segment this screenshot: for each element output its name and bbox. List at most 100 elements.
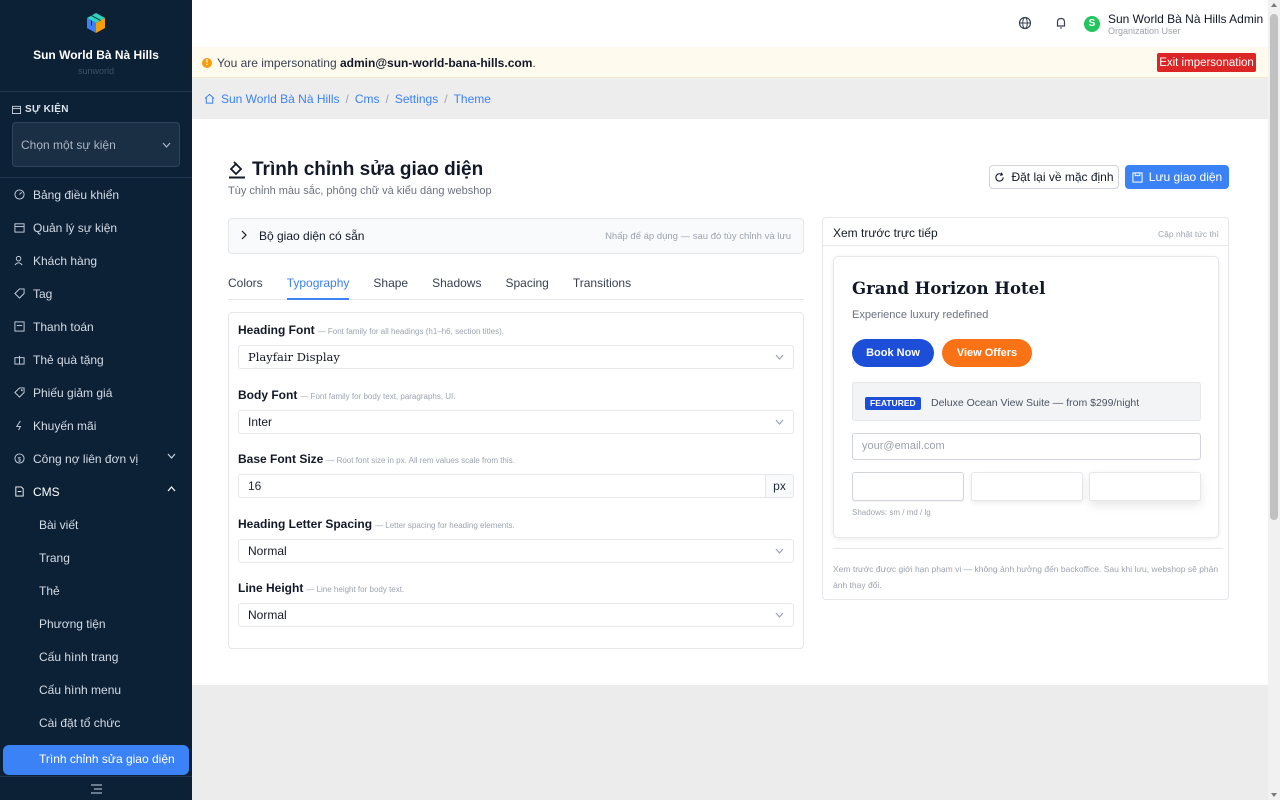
save-theme-button[interactable]: Lưu giao diện [1125, 165, 1229, 189]
user-name[interactable]: Sun World Bà Nà Hills Admin [1108, 12, 1263, 26]
promo-icon [14, 420, 25, 431]
chevron-down-icon [775, 548, 784, 554]
letter-spacing-label: Heading Letter Spacing [238, 517, 373, 531]
debt-icon: $ [14, 453, 25, 464]
topbar: S Sun World Bà Nà Hills Admin Organizati… [192, 0, 1268, 47]
refresh-icon [995, 172, 1005, 182]
impersonation-text: You are impersonating admin@sun-world-ba… [217, 56, 536, 70]
sidebar-subitem-pages[interactable]: Trang [0, 541, 192, 574]
tab-shadows[interactable]: Shadows [432, 271, 481, 300]
sidebar-item-events[interactable]: Quản lý sự kiện [0, 211, 192, 244]
page-scrollbar[interactable] [1268, 0, 1280, 800]
brand-name: Sun World Bà Nà Hills [33, 48, 159, 62]
users-icon [14, 255, 25, 266]
exit-impersonation-button[interactable]: Exit impersonation [1157, 53, 1256, 72]
preview-email-input[interactable]: your@email.com [852, 433, 1201, 460]
line-height-field: Line Height — Line height for body text. … [238, 581, 794, 627]
event-section-label: SỰ KIỆN [12, 104, 69, 115]
preview-shadow-lg [1089, 472, 1201, 501]
sidebar-item-coupons[interactable]: Phiếu giảm giá [0, 376, 192, 409]
letter-spacing-select[interactable]: Normal [238, 539, 794, 563]
field-label: Heading Font — Font family for all headin… [238, 323, 794, 337]
bell-icon[interactable] [1054, 16, 1068, 30]
globe-icon[interactable] [1018, 16, 1032, 30]
breadcrumb-cms[interactable]: Cms [355, 92, 380, 106]
breadcrumb-org[interactable]: Sun World Bà Nà Hills [221, 92, 340, 106]
heading-font-value: Playfair Display [248, 350, 340, 364]
letter-spacing-value: Normal [248, 544, 287, 558]
preview-book-now-button[interactable]: Book Now [852, 339, 934, 367]
impersonated-email: admin@sun-world-bana-hills.com [339, 56, 533, 70]
featured-text: Deluxe Ocean View Suite — from $299/nigh… [931, 397, 1140, 409]
home-icon[interactable] [204, 93, 215, 104]
preset-themes-accordion[interactable]: Bộ giao diện có sẵn Nhấp để áp dụng — sa… [228, 218, 804, 254]
sidebar-item-payment[interactable]: Thanh toán [0, 310, 192, 343]
body-font-field: Body Font — Font family for body text, pa… [238, 388, 794, 434]
sidebar-item-label: Khuyến mãi [33, 418, 97, 433]
base-font-size-input[interactable]: 16 [238, 474, 766, 498]
scroll-up-arrow-icon[interactable] [1271, 3, 1277, 7]
avatar[interactable]: S [1084, 16, 1100, 32]
sidebar-item-debts[interactable]: $ Công nợ liên đơn vị [0, 442, 192, 475]
sidebar-collapse-button[interactable] [0, 776, 192, 800]
reset-default-button[interactable]: Đặt lại về mặc định [989, 165, 1119, 189]
preview-heading: Grand Horizon Hotel [852, 279, 1046, 298]
event-select[interactable]: Chọn một sự kiện [12, 122, 180, 167]
heading-font-select[interactable]: Playfair Display [238, 345, 794, 369]
sidebar-subitem-posts[interactable]: Bài viết [0, 508, 192, 541]
preview-shadow-sm [852, 472, 964, 501]
chevron-right-icon [241, 230, 247, 240]
preview-shadows-label: Shadows: sm / md / lg [852, 508, 931, 517]
letter-spacing-hint: — Letter spacing for heading elements. [375, 521, 515, 530]
sidebar-item-customers[interactable]: Khách hàng [0, 244, 192, 277]
line-height-label: Line Height [238, 581, 304, 595]
svg-text:$: $ [18, 456, 22, 463]
sidebar-subitem-tags[interactable]: Thẻ [0, 574, 192, 607]
tab-typography[interactable]: Typography [286, 271, 350, 300]
live-preview-panel: Xem trước trực tiếp Cập nhật tức thì Gra… [822, 217, 1229, 600]
preview-note: Xem trước được giới hạn phạm vi — không … [833, 548, 1223, 593]
field-label: Base Font Size — Root font size in px. Al… [238, 452, 794, 466]
tab-colors[interactable]: Colors [228, 271, 263, 300]
line-height-select[interactable]: Normal [238, 603, 794, 627]
body-font-select[interactable]: Inter [238, 410, 794, 434]
sidebar-subitem-org-settings[interactable]: Cài đặt tổ chức [0, 706, 192, 739]
sidebar-brand: Sun World Bà Nà Hills sunworld [0, 0, 192, 92]
sidebar-item-tag[interactable]: Tag [0, 277, 192, 310]
tab-shape[interactable]: Shape [373, 271, 408, 300]
sidebar-item-label: Phiếu giảm giá [33, 385, 113, 400]
scroll-down-arrow-icon[interactable] [1271, 793, 1277, 797]
field-label: Heading Letter Spacing — Letter spacing f… [238, 517, 794, 531]
sidebar-item-label: Bảng điều khiển [33, 187, 120, 202]
breadcrumb-settings[interactable]: Settings [395, 92, 438, 106]
base-font-size-hint: — Root font size in px. All rem values s… [326, 456, 515, 465]
sidebar-item-label: Thanh toán [33, 319, 94, 334]
sidebar-item-label: Tag [33, 286, 53, 301]
line-height-hint: — Line height for body text. [306, 585, 405, 594]
sidebar-item-gift-cards[interactable]: Thẻ quà tặng [0, 343, 192, 376]
event-select-value: Chọn một sự kiện [21, 137, 116, 152]
tag-icon [14, 288, 25, 299]
menu-icon [90, 784, 102, 793]
breadcrumb-theme[interactable]: Theme [454, 92, 491, 106]
body-font-value: Inter [248, 415, 273, 429]
scrollbar-thumb[interactable] [1270, 14, 1278, 520]
sidebar-subitem-media[interactable]: Phương tiện [0, 607, 192, 640]
dashboard-icon [14, 189, 25, 200]
tab-transitions[interactable]: Transitions [573, 271, 631, 300]
sidebar-item-promotions[interactable]: Khuyến mãi [0, 409, 192, 442]
base-font-size-field: Base Font Size — Root font size in px. Al… [238, 452, 794, 498]
sidebar-item-label: Khách hàng [33, 253, 98, 268]
calendar-icon [12, 105, 21, 114]
chevron-down-icon [167, 453, 176, 459]
sidebar-subitem-menu-config[interactable]: Cấu hình menu [0, 673, 192, 706]
base-font-size-unit: px [766, 474, 794, 498]
sidebar-subitem-page-config[interactable]: Cấu hình trang [0, 640, 192, 673]
sidebar-item-cms[interactable]: CMS [0, 475, 192, 508]
sidebar-item-dashboard[interactable]: Bảng điều khiển [0, 178, 192, 211]
main-content: Trình chỉnh sửa giao diện Tùy chỉnh màu … [192, 119, 1268, 685]
typography-form: Heading Font — Font family for all headin… [228, 312, 804, 649]
preview-view-offers-button[interactable]: View Offers [942, 339, 1032, 367]
sidebar-subitem-theme-editor[interactable]: Trình chỉnh sửa giao diện [3, 745, 189, 775]
tab-spacing[interactable]: Spacing [505, 271, 548, 300]
